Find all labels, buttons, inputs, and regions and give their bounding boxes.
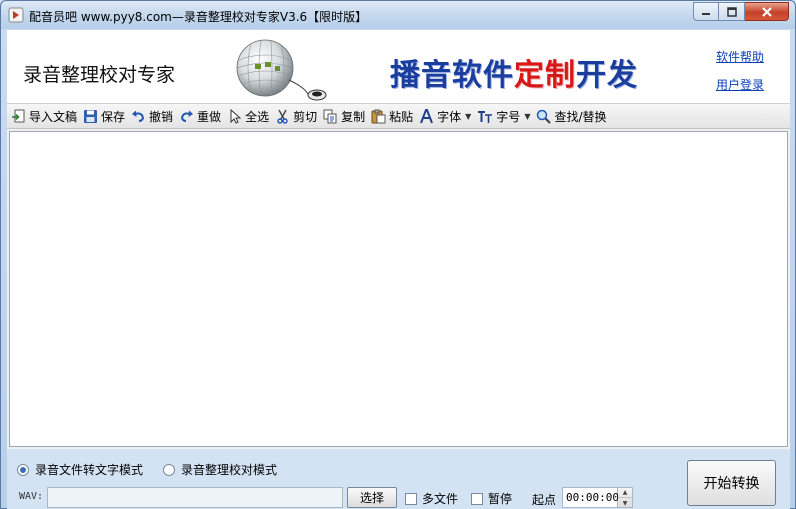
select-file-button[interactable]: 选择 (347, 487, 397, 508)
title-bar[interactable]: 配音员吧 www.pyy8.com—录音整理校对专家V3.6【限时版】 (1, 1, 795, 29)
radio-unselected-indicator (163, 463, 175, 476)
close-icon (761, 6, 772, 17)
copy-label: 复制 (341, 109, 366, 124)
find-replace-label: 查找/替换 (554, 109, 607, 124)
redo-label: 重做 (197, 109, 222, 124)
import-label: 导入文稿 (29, 109, 78, 124)
font-size-label: 字号 (496, 109, 521, 124)
maximize-button[interactable] (719, 2, 745, 21)
maximize-icon (726, 6, 737, 17)
window-controls (693, 2, 789, 22)
save-button[interactable]: 保存 (81, 105, 129, 127)
pause-checkbox[interactable]: 暂停 (471, 490, 512, 507)
mode-audio-to-text-label: 录音文件转文字模式 (35, 463, 144, 477)
select-all-button[interactable]: 全选 (225, 105, 273, 127)
minimize-icon (702, 12, 710, 15)
app-window: 配音员吧 www.pyy8.com—录音整理校对专家V3.6【限时版】 录音整理… (0, 0, 796, 509)
banner-text-3: 开发 (576, 58, 638, 93)
select-all-icon (230, 108, 242, 124)
copy-button[interactable]: 复制 (321, 105, 369, 127)
header-banner: 录音整理校对专家 播音软件定制开发 软件帮助 用户登录 (7, 30, 790, 104)
mode-proofread-radio[interactable]: 录音整理校对模式 (163, 461, 277, 478)
spin-down-icon[interactable]: ▼ (618, 498, 632, 508)
app-icon (8, 7, 24, 23)
app-name: 录音整理校对专家 (23, 64, 176, 86)
font-size-icon (478, 110, 493, 123)
mode-proofread-label: 录音整理校对模式 (181, 463, 278, 477)
start-time-input[interactable]: 00:00:00 (562, 487, 619, 508)
text-editor[interactable] (9, 131, 788, 447)
font-label: 字体 (437, 109, 462, 124)
toolbar: 导入文稿 保存 撤销 重做 全选 剪切 复制 粘贴 字体 ▼ 字号 ▼ 查找/替… (7, 104, 790, 129)
import-icon (12, 109, 25, 122)
login-link[interactable]: 用户登录 (716, 76, 764, 93)
banner-slogan: 播音软件定制开发 (390, 50, 638, 94)
paste-button[interactable]: 粘贴 (369, 105, 417, 127)
banner-text-2: 定制 (514, 58, 576, 93)
redo-icon (181, 110, 194, 122)
checkbox-box (471, 492, 483, 505)
keyboard-globe-logo (236, 39, 327, 101)
start-point-label: 起点 (532, 493, 557, 507)
help-link[interactable]: 软件帮助 (716, 48, 764, 65)
chevron-down-icon: ▼ (465, 111, 472, 121)
copy-icon (323, 109, 337, 123)
client-area: 录音整理校对专家 播音软件定制开发 软件帮助 用户登录 导入文稿 保存 撤销 重… (7, 30, 790, 509)
font-button[interactable]: 字体 ▼ (417, 105, 475, 127)
paste-icon (371, 109, 386, 123)
banner-text-1: 播音软件 (390, 58, 514, 93)
save-icon (84, 109, 98, 123)
save-label: 保存 (101, 109, 126, 124)
window-title: 配音员吧 www.pyy8.com—录音整理校对专家V3.6【限时版】 (29, 10, 368, 24)
wav-label: WAV: (19, 491, 44, 502)
redo-button[interactable]: 重做 (177, 105, 225, 127)
undo-icon (132, 110, 145, 122)
undo-button[interactable]: 撤销 (129, 105, 177, 127)
cut-icon (277, 109, 288, 124)
multi-file-label: 多文件 (422, 492, 459, 506)
font-size-button[interactable]: 字号 ▼ (475, 105, 534, 127)
multi-file-checkbox[interactable]: 多文件 (405, 490, 458, 507)
close-button[interactable] (745, 2, 789, 21)
paste-label: 粘贴 (389, 109, 414, 124)
checkbox-box (405, 492, 417, 505)
start-convert-button[interactable]: 开始转换 (687, 460, 776, 506)
spin-up-icon[interactable]: ▲ (618, 488, 632, 498)
wav-path-input[interactable] (47, 487, 343, 508)
mode-audio-to-text-radio[interactable]: 录音文件转文字模式 (17, 461, 143, 478)
pause-label: 暂停 (488, 492, 513, 506)
find-replace-icon (537, 109, 552, 124)
chevron-down-icon: ▼ (524, 111, 531, 121)
font-icon (420, 108, 434, 123)
time-spinner[interactable]: ▲ ▼ (618, 487, 633, 508)
cut-button[interactable]: 剪切 (273, 105, 321, 127)
minimize-button[interactable] (693, 2, 719, 21)
radio-selected-indicator (17, 463, 29, 476)
undo-label: 撤销 (149, 109, 174, 124)
import-button[interactable]: 导入文稿 (9, 105, 81, 127)
find-replace-button[interactable]: 查找/替换 (534, 105, 610, 127)
cut-label: 剪切 (293, 109, 318, 124)
bottom-panel: 录音文件转文字模式 录音整理校对模式 WAV: 选择 多文件 暂停 起点 00:… (7, 449, 790, 509)
select-all-label: 全选 (245, 109, 270, 124)
